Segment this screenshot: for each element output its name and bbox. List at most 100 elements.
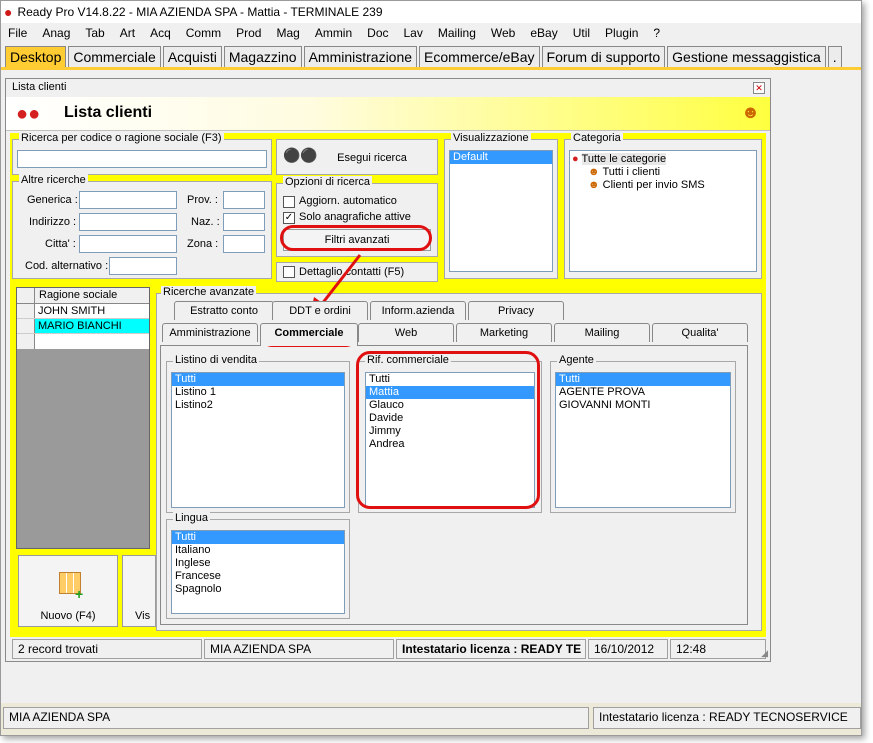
window-title: Ready Pro V14.8.22 - MIA AZIENDA SPA - M… xyxy=(17,5,383,19)
list-item[interactable]: Inglese xyxy=(172,557,344,570)
category-item[interactable]: ☻ Clienti per invio SMS xyxy=(570,179,756,192)
tab-commerciale[interactable]: Commerciale xyxy=(68,46,161,67)
menu-item[interactable]: Art xyxy=(113,26,143,40)
child-title-bar: Lista clienti ✕ xyxy=(6,79,770,97)
status-date: 16/10/2012 xyxy=(588,639,668,659)
view-button[interactable]: Vis xyxy=(122,555,156,627)
category-item[interactable]: ☻ Tutti i clienti xyxy=(570,166,756,179)
view-list[interactable]: Default xyxy=(449,150,553,272)
users-icon: ☻ xyxy=(741,102,760,122)
adv-tab[interactable]: Web xyxy=(358,323,454,342)
menu-item[interactable]: Ammin xyxy=(308,26,360,40)
category-root-label: Tutte le categorie xyxy=(581,153,667,165)
adv-tab[interactable]: Estratto conto xyxy=(174,301,274,320)
menu-item[interactable]: Lav xyxy=(397,26,431,40)
tab-magazzino[interactable]: Magazzino xyxy=(223,46,302,67)
tab-gestione-messaggistica[interactable]: Gestione messaggistica xyxy=(667,46,826,67)
cod-alt-input[interactable] xyxy=(109,257,177,275)
menu-item[interactable]: ? xyxy=(646,26,668,40)
status-time: 12:48 xyxy=(670,639,766,659)
active-only-checkbox[interactable]: ✓ xyxy=(283,212,295,224)
execute-search-label: Esegui ricerca xyxy=(337,151,407,164)
other-search-group: Altre ricerche Generica : Indirizzo : Ci… xyxy=(12,174,272,279)
resize-grip-icon[interactable]: ◢ xyxy=(761,648,768,659)
lingua-group: Lingua Tutti Italiano Inglese Francese Spagn… xyxy=(166,512,350,619)
menu-item[interactable]: Web xyxy=(484,26,523,40)
adv-tab[interactable]: Amministrazione xyxy=(162,323,258,342)
plus-icon: + xyxy=(75,586,84,602)
search-options-label: Opzioni di ricerca xyxy=(283,176,372,188)
menu-item[interactable]: eBay xyxy=(523,26,565,40)
adv-tab[interactable]: Inform.azienda xyxy=(370,301,466,320)
menu-item[interactable]: Mag xyxy=(269,26,307,40)
listino-list[interactable]: Tutti Listino 1 Listino2 xyxy=(171,372,345,508)
list-item[interactable]: Spagnolo xyxy=(172,583,344,596)
list-item[interactable]: GIOVANNI MONTI xyxy=(556,399,730,412)
adv-tab[interactable]: Mailing xyxy=(554,323,650,342)
naz-input[interactable] xyxy=(223,213,265,231)
adv-tab[interactable]: DDT e ordini xyxy=(272,301,368,320)
table-row[interactable]: JOHN SMITH xyxy=(17,304,149,319)
menu-item[interactable]: Anag xyxy=(35,26,78,40)
lista-clienti-window: Lista clienti ✕ ●● Lista clienti ☻ Ricer… xyxy=(5,78,771,662)
indirizzo-input[interactable] xyxy=(79,213,177,231)
search-button-panel: ⚫⚫ Esegui ricerca xyxy=(276,139,438,175)
list-item[interactable]: Francese xyxy=(172,570,344,583)
menu-item[interactable]: Comm xyxy=(179,26,229,40)
search-input[interactable] xyxy=(17,150,267,168)
adv-tab[interactable]: Marketing xyxy=(456,323,552,342)
grid-header-ragione[interactable]: Ragione sociale xyxy=(35,288,117,303)
adv-tab[interactable]: Commerciale xyxy=(260,323,358,346)
list-item[interactable]: Listino 1 xyxy=(172,386,344,399)
new-button[interactable]: + Nuovo (F4) xyxy=(18,555,118,627)
list-item[interactable]: AGENTE PROVA xyxy=(556,386,730,399)
menu-item[interactable]: Plugin xyxy=(598,26,646,40)
tab-forum-di-supporto[interactable]: Forum di supporto xyxy=(541,46,666,67)
menu-item[interactable]: Acq xyxy=(143,26,179,40)
menu-item[interactable]: Doc xyxy=(360,26,396,40)
users-icon: ☻ xyxy=(588,166,600,178)
agente-list[interactable]: Tutti AGENTE PROVA GIOVANNI MONTI xyxy=(555,372,731,508)
category-root[interactable]: ● Tutte le categorie xyxy=(570,153,756,166)
list-item[interactable]: Tutti xyxy=(556,373,730,386)
table-row[interactable] xyxy=(17,334,149,349)
menu-item[interactable]: Tab xyxy=(78,26,112,40)
list-item[interactable]: Italiano xyxy=(172,544,344,557)
table-row[interactable]: MARIO BIANCHI xyxy=(17,319,149,334)
lingua-list[interactable]: Tutti Italiano Inglese Francese Spagnolo xyxy=(171,530,345,614)
prov-input[interactable] xyxy=(223,191,265,209)
menu-item[interactable]: Util xyxy=(566,26,598,40)
list-item[interactable]: Tutti xyxy=(172,373,344,386)
header-banner: ●● Lista clienti ☻ xyxy=(6,97,770,131)
table-cell: MARIO BIANCHI xyxy=(35,319,149,333)
tab--[interactable]: . xyxy=(827,46,842,67)
list-item[interactable]: Listino2 xyxy=(172,399,344,412)
adv-tab[interactable]: Privacy xyxy=(468,301,564,320)
citta-input[interactable] xyxy=(79,235,177,253)
menu-item[interactable]: Mailing xyxy=(431,26,484,40)
app-logo-icon: ● xyxy=(4,4,13,20)
view-item-default[interactable]: Default xyxy=(450,151,552,164)
list-item[interactable]: Tutti xyxy=(172,531,344,544)
menu-item[interactable]: File xyxy=(1,26,35,40)
adv-tab[interactable]: Qualita' xyxy=(652,323,748,342)
tab-amministrazione[interactable]: Amministrazione xyxy=(303,46,418,67)
agente-label: Agente xyxy=(557,354,596,366)
strawberry-logo-icon: ●● xyxy=(16,103,41,125)
menu-item[interactable]: Prod xyxy=(229,26,269,40)
execute-search-button[interactable]: ⚫⚫ Esegui ricerca xyxy=(279,144,435,171)
auto-update-checkbox[interactable] xyxy=(283,196,295,208)
zona-input[interactable] xyxy=(223,235,265,253)
module-tabs: Desktop Commerciale Acquisti Magazzino Ammin… xyxy=(1,43,861,67)
contact-detail-checkbox[interactable] xyxy=(283,266,295,278)
active-only-label: Solo anagrafiche attive xyxy=(299,211,411,223)
tab-ecommerce-ebay[interactable]: Ecommerce/eBay xyxy=(419,46,540,67)
category-tree[interactable]: ● Tutte le categorie ☻ Tutti i clienti ☻… xyxy=(569,150,757,272)
table-cell: JOHN SMITH xyxy=(38,305,106,317)
generica-input[interactable] xyxy=(79,191,177,209)
tab-acquisti[interactable]: Acquisti xyxy=(162,46,222,67)
view-button-label: Vis xyxy=(135,610,151,622)
binoculars-icon: ⚫⚫ xyxy=(283,147,318,163)
close-icon[interactable]: ✕ xyxy=(753,82,765,94)
tab-desktop[interactable]: Desktop xyxy=(5,46,67,67)
